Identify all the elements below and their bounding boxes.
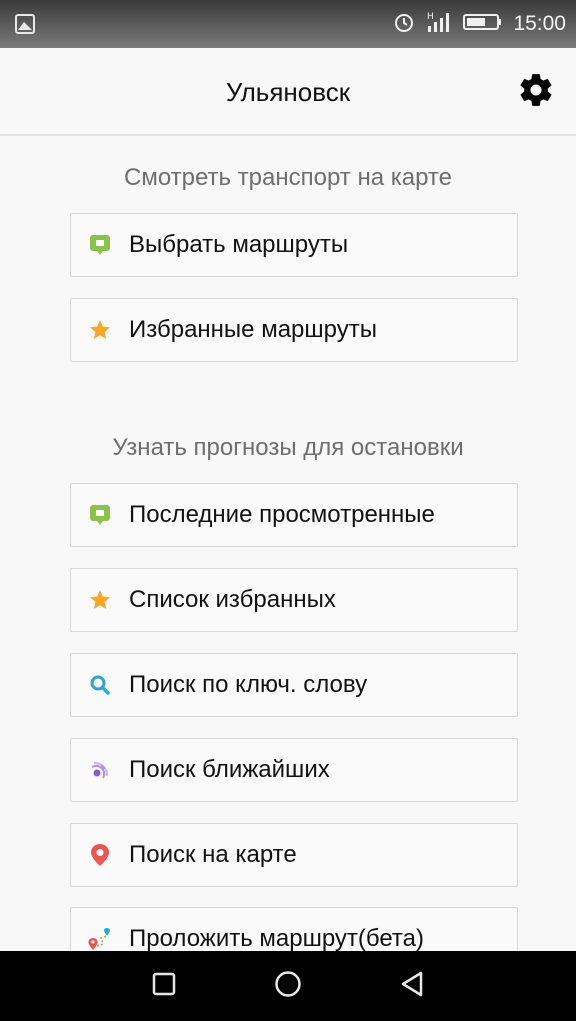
nearby-signal-icon <box>87 757 113 783</box>
image-icon <box>14 13 36 35</box>
screen: H 15:00 Ульяновск Смотреть транспорт на … <box>0 0 576 1021</box>
keyword-search-button[interactable]: Поиск по ключ. слову <box>70 653 518 717</box>
chat-bubble-icon <box>87 232 113 258</box>
chat-bubble-icon <box>87 502 113 528</box>
status-icons: H 15:00 <box>393 0 566 48</box>
section-header-map: Смотреть транспорт на карте <box>123 164 452 191</box>
star-icon <box>87 317 113 343</box>
signal-icon: H <box>425 10 453 39</box>
map-search-button[interactable]: Поиск на карте <box>70 823 518 887</box>
status-bar: H 15:00 <box>0 0 576 48</box>
select-routes-button[interactable]: Выбрать маршруты <box>70 213 518 277</box>
home-button[interactable] <box>270 968 306 1004</box>
home-icon <box>273 969 303 1004</box>
menu-item-label: Последние просмотренные <box>129 501 435 528</box>
recently-viewed-button[interactable]: Последние просмотренные <box>70 483 518 547</box>
battery-icon <box>463 12 503 37</box>
menu-item-label: Выбрать маршруты <box>129 231 349 258</box>
route-icon <box>87 926 113 952</box>
back-icon <box>397 969 427 1004</box>
menu-item-label: Поиск по ключ. слову <box>129 671 368 698</box>
page-title: Ульяновск <box>225 77 351 107</box>
app-bar: Ульяновск <box>0 48 576 136</box>
menu-item-label: Поиск на карте <box>129 841 297 868</box>
recent-apps-icon <box>150 970 178 1003</box>
menu-item-label: Поиск ближайших <box>129 756 330 783</box>
section-header-forecasts: Узнать прогнозы для остановки <box>112 434 464 461</box>
gear-icon <box>517 71 555 114</box>
favorites-list-button[interactable]: Список избранных <box>70 568 518 632</box>
menu-item-label: Список избранных <box>129 586 336 613</box>
alarm-icon <box>393 11 415 38</box>
navigation-bar <box>0 951 576 1021</box>
status-time: 15:00 <box>513 12 566 35</box>
menu-item-label: Проложить маршрут(бета) <box>129 925 424 952</box>
settings-button[interactable] <box>512 72 560 112</box>
recent-apps-button[interactable] <box>146 968 182 1004</box>
svg-text:H: H <box>427 12 434 22</box>
back-button[interactable] <box>394 968 430 1004</box>
main-content: Смотреть транспорт на карте Выбрать марш… <box>0 136 576 971</box>
search-icon <box>87 672 113 698</box>
favorite-routes-button[interactable]: Избранные маршруты <box>70 298 518 362</box>
menu-item-label: Избранные маршруты <box>129 316 377 343</box>
map-pin-icon <box>87 842 113 868</box>
nearby-search-button[interactable]: Поиск ближайших <box>70 738 518 802</box>
star-icon <box>87 587 113 613</box>
